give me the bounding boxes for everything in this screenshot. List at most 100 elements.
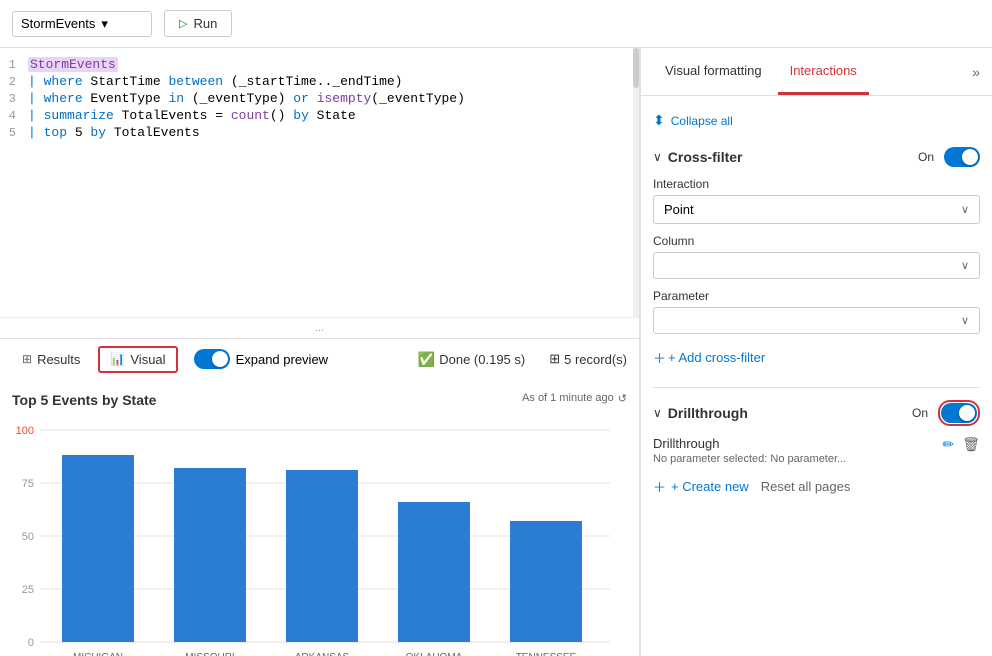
code-token: where (44, 91, 91, 106)
code-token: (_eventType) (371, 91, 465, 106)
bottom-actions: ＋ + Create new Reset all pages (653, 477, 980, 496)
expand-preview-toggle[interactable]: Expand preview (194, 349, 329, 369)
results-tab-label: Results (37, 352, 80, 367)
svg-text:ARKANSAS: ARKANSAS (295, 652, 350, 656)
cross-filter-chevron[interactable]: ∨ (653, 150, 662, 164)
interaction-label: Interaction (653, 177, 980, 191)
dataset-name: StormEvents (21, 16, 95, 31)
svg-text:MICHIGAN: MICHIGAN (73, 652, 123, 656)
add-cross-filter-btn[interactable]: ＋ + Add cross-filter (653, 344, 980, 371)
code-editor[interactable]: 1 StormEvents 2 | where StartTime betwee… (0, 48, 639, 317)
done-icon: ✅ (418, 351, 435, 368)
drillthrough-item-name: Drillthrough (653, 436, 846, 451)
more-icon[interactable]: » (972, 64, 980, 80)
code-token: | (28, 108, 44, 123)
create-new-label: + Create new (671, 479, 749, 494)
chevron-down-icon: ▾ (101, 16, 143, 32)
drillthrough-title: Drillthrough (668, 405, 906, 421)
svg-text:0: 0 (28, 637, 34, 649)
interaction-dropdown[interactable]: Point ∨ (653, 195, 980, 224)
code-token: (_startTime.._endTime) (223, 74, 402, 89)
column-dropdown[interactable]: ∨ (653, 252, 980, 279)
collapse-all-btn[interactable]: ⬍ Collapse all (653, 108, 980, 133)
cross-filter-toggle[interactable] (944, 147, 980, 167)
collapse-all-label: Collapse all (671, 114, 733, 128)
parameter-dropdown[interactable]: ∨ (653, 307, 980, 334)
code-token: or (293, 91, 309, 106)
code-token: count (231, 108, 270, 123)
bar-missouri[interactable] (174, 468, 246, 642)
collapse-icon: ⬍ (653, 112, 665, 129)
records-info: ⊞ 5 record(s) (549, 351, 627, 367)
drillthrough-header: ∨ Drillthrough On (653, 400, 980, 426)
drillthrough-info: Drillthrough No parameter selected: No p… (653, 436, 846, 465)
tab-results[interactable]: ⊞ Results (12, 348, 90, 371)
run-icon: ▷ (179, 17, 187, 30)
code-token: StartTime (90, 74, 168, 89)
top-bar: StormEvents ▾ ▷ Run (0, 0, 992, 48)
code-line-3: 3 | where EventType in (_eventType) or i… (0, 90, 639, 107)
bar-michigan[interactable] (62, 455, 134, 642)
drillthrough-actions: ✏ 🗑 (942, 436, 980, 453)
code-token: | (28, 91, 44, 106)
run-button[interactable]: ▷ Run (164, 10, 232, 37)
expand-preview-label: Expand preview (236, 352, 329, 367)
drillthrough-chevron[interactable]: ∨ (653, 406, 662, 420)
plus-icon: ＋ (653, 477, 666, 496)
code-token: () (270, 108, 293, 123)
refresh-icon[interactable]: ↺ (618, 392, 627, 405)
bar-oklahoma[interactable] (398, 502, 470, 642)
create-new-btn[interactable]: ＋ + Create new (653, 477, 749, 496)
visual-icon: 📊 (110, 352, 125, 366)
add-filter-label: + Add cross-filter (668, 350, 765, 365)
reset-pages-btn[interactable]: Reset all pages (761, 479, 851, 494)
chevron-down-icon: ∨ (961, 314, 969, 327)
code-line-4: 4 | summarize TotalEvents = count() by S… (0, 107, 639, 124)
parameter-label: Parameter (653, 289, 980, 303)
svg-text:25: 25 (22, 584, 34, 596)
code-token: in (168, 91, 184, 106)
chevron-down-icon: ∨ (961, 259, 969, 272)
drillthrough-toggle[interactable] (941, 403, 977, 423)
tab-visual[interactable]: 📊 Visual (98, 346, 177, 373)
drillthrough-edit-btn[interactable]: ✏ (942, 436, 954, 453)
svg-text:100: 100 (16, 425, 34, 437)
code-line-2: 2 | where StartTime between (_startTime.… (0, 73, 639, 90)
cross-filter-header: ∨ Cross-filter On (653, 147, 980, 167)
code-token: isempty (317, 91, 372, 106)
tab-interactions[interactable]: Interactions (778, 48, 869, 95)
run-label: Run (193, 16, 217, 31)
expand-toggle-switch[interactable] (194, 349, 230, 369)
cross-filter-section: ∨ Cross-filter On Interaction Point ∨ Co… (653, 147, 980, 371)
code-line-1: 1 StormEvents (0, 56, 639, 73)
scrollbar[interactable] (633, 48, 639, 317)
timestamp-label: As of 1 minute ago (522, 392, 614, 404)
main-layout: 1 StormEvents 2 | where StartTime betwee… (0, 48, 992, 656)
drillthrough-item: Drillthrough No parameter selected: No p… (653, 436, 980, 465)
reset-pages-label: Reset all pages (761, 479, 851, 494)
svg-text:50: 50 (22, 531, 34, 543)
results-icon: ⊞ (22, 352, 32, 366)
column-label: Column (653, 234, 980, 248)
bar-arkansas[interactable] (286, 470, 358, 642)
drillthrough-delete-btn[interactable]: 🗑 (962, 436, 980, 453)
tab-visual-formatting[interactable]: Visual formatting (653, 48, 774, 95)
records-icon: ⊞ (549, 351, 560, 367)
interaction-value: Point (664, 202, 694, 217)
code-token: top (44, 125, 67, 140)
plus-icon: ＋ (653, 348, 666, 367)
chart-area: Top 5 Events by State As of 1 minute ago… (0, 380, 639, 656)
right-panel: Visual formatting Interactions » ⬍ Colla… (640, 48, 992, 656)
dataset-select[interactable]: StormEvents ▾ (12, 11, 152, 37)
code-token: summarize (44, 108, 122, 123)
svg-text:MISSOURI: MISSOURI (185, 652, 234, 656)
drillthrough-toggle-label: On (912, 406, 928, 420)
code-token: StormEvents (28, 57, 118, 72)
bar-tennessee[interactable] (510, 521, 582, 642)
cross-filter-title: Cross-filter (668, 149, 912, 165)
code-token: State (309, 108, 356, 123)
code-token: TotalEvents (106, 125, 200, 140)
code-ellipsis: ... (0, 317, 639, 338)
chart-timestamp: As of 1 minute ago ↺ (522, 392, 627, 405)
svg-text:OKLAHOMA: OKLAHOMA (406, 652, 463, 656)
